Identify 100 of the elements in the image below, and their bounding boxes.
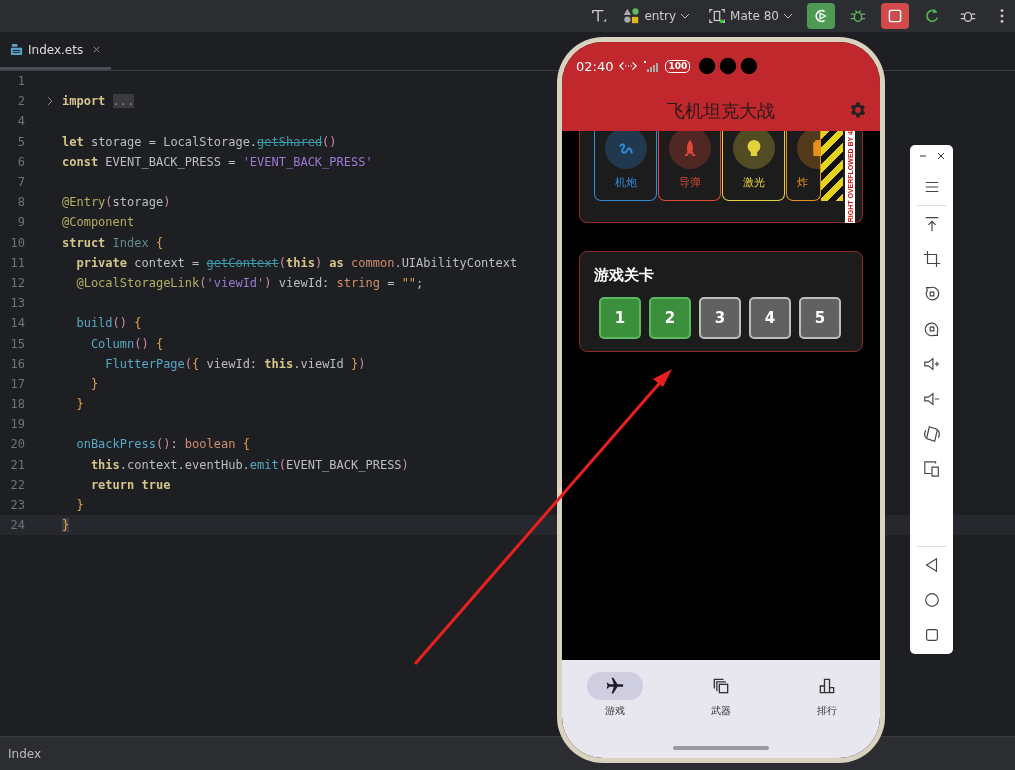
line-number: 6 — [16, 154, 25, 169]
lightbulb-icon — [746, 140, 761, 156]
app-title: 飞机坦克大战 — [667, 98, 775, 123]
code-line: FlutterPage({ viewId: this.viewId }) — [104, 356, 366, 371]
crop-icon[interactable] — [922, 250, 941, 268]
rerun-icon[interactable] — [923, 7, 941, 25]
weapon-label: 导弹 — [678, 175, 701, 190]
code-line: } — [75, 498, 84, 513]
line-number: 8 — [16, 195, 25, 210]
code-line: let storage = LocalStorage.getShared() — [62, 134, 337, 149]
line-number: 17 — [9, 376, 25, 391]
rocket-icon — [682, 140, 697, 156]
nav-label: 武器 — [711, 704, 731, 718]
chevron-down-icon — [783, 11, 793, 21]
device-label: Mate 80 — [730, 9, 779, 23]
line-number: 4 — [16, 114, 25, 129]
line-number: 16 — [9, 356, 25, 371]
settings-icon[interactable] — [848, 100, 868, 120]
line-number: 13 — [9, 296, 25, 311]
code-line: import ... — [62, 94, 135, 109]
nav-label: 排行 — [817, 704, 837, 718]
devices-icon[interactable] — [922, 460, 941, 478]
line-number: 19 — [9, 417, 25, 432]
code-line: private context = getContext(this) as common.UIAbilityContext — [75, 255, 518, 270]
line-number: 7 — [16, 175, 25, 190]
code-line: @LocalStorageLink('viewId') viewId: string = ""; — [75, 275, 424, 290]
level-button[interactable]: 2 — [649, 297, 691, 339]
squiggle-icon — [618, 140, 633, 156]
volup-icon[interactable] — [922, 355, 941, 373]
stop-button[interactable] — [881, 3, 909, 29]
weapon-item[interactable]: 机炮 — [594, 131, 657, 201]
weapon-item[interactable]: 导弹 — [658, 131, 721, 201]
voldown-icon[interactable] — [922, 390, 941, 408]
level-button[interactable]: 5 — [799, 297, 841, 339]
line-number: 11 — [9, 255, 25, 270]
code-line: onBackPress(): boolean { — [75, 437, 250, 452]
stacked-squares-icon — [711, 676, 731, 696]
line-number: 5 — [16, 134, 25, 149]
weapon-label: 机炮 — [614, 175, 637, 190]
line-number: 14 — [9, 316, 25, 331]
signal-icon — [643, 60, 660, 72]
home-icon[interactable] — [922, 591, 941, 609]
editor-tab[interactable]: Index.ets — [0, 32, 112, 70]
code-line: Column() { — [89, 336, 164, 351]
tab-label: Index.ets — [28, 42, 84, 57]
weapon-label: 激光 — [742, 175, 765, 190]
line-number: 20 — [9, 437, 25, 452]
module-label: entry — [644, 9, 677, 23]
battery-indicator: 100 — [665, 59, 691, 73]
line-number: 12 — [9, 275, 25, 290]
weapon-item[interactable]: 激光 — [722, 131, 785, 201]
chevron-down-icon — [680, 11, 691, 21]
level-button[interactable]: 4 — [749, 297, 791, 339]
line-number: 22 — [9, 477, 25, 492]
level-button[interactable]: 3 — [699, 297, 741, 339]
run-button[interactable] — [807, 3, 835, 29]
code-line: } — [75, 397, 84, 412]
file-icon — [10, 43, 23, 56]
line-number: 24 — [9, 518, 25, 533]
weapon-label: 炸 — [797, 175, 808, 190]
line-number: 9 — [16, 215, 25, 230]
code-line: struct Index { — [62, 235, 164, 250]
code-line: @Entry(storage) — [62, 195, 171, 210]
level-button[interactable]: 1 — [599, 297, 641, 339]
line-number: 18 — [9, 397, 25, 412]
code-line: return true — [89, 477, 171, 492]
line-number: 1 — [16, 74, 25, 89]
line-number: 23 — [9, 498, 25, 513]
more-icon[interactable] — [999, 7, 1005, 25]
code-line: build() { — [75, 316, 142, 331]
fold-chevron-icon[interactable] — [45, 96, 54, 107]
status-text: Index — [8, 746, 42, 761]
line-number: 21 — [9, 457, 25, 472]
close-icon[interactable] — [935, 151, 946, 161]
overflow-stripe — [821, 131, 843, 201]
bug-icon[interactable] — [849, 7, 867, 25]
line-number: 10 — [9, 235, 25, 250]
nav-tab[interactable]: 游戏 — [575, 672, 655, 758]
camera-cutout-icon — [698, 56, 759, 76]
code-line: } — [89, 376, 99, 391]
bar-chart-icon — [817, 676, 837, 696]
line-number: 15 — [9, 336, 25, 351]
code-line: const EVENT_BACK_PRESS = 'EVENT_BACK_PRESS' — [62, 154, 373, 169]
nav-tab[interactable]: 武器 — [681, 672, 761, 758]
module-icon — [622, 7, 641, 25]
levels-title: 游戏关卡 — [594, 266, 655, 285]
rotr-icon[interactable] — [922, 320, 941, 338]
module-selector[interactable]: entry — [622, 7, 691, 25]
device-icon — [708, 7, 727, 25]
status-time: 02:40 — [576, 58, 614, 74]
code-line: @Component — [62, 215, 135, 230]
code-line: this.context.eventHub.emit(EVENT_BACK_PRESS) — [89, 457, 409, 472]
nav-tab[interactable]: 排行 — [787, 672, 867, 758]
device-selector[interactable]: Mate 80 — [708, 7, 793, 25]
rotate-icon[interactable] — [922, 425, 941, 443]
airplane-icon — [605, 676, 625, 696]
nav-label: 游戏 — [605, 704, 625, 718]
line-number: 2 — [16, 94, 25, 109]
stop-icon — [887, 8, 903, 24]
hotspot-icon — [619, 61, 638, 71]
